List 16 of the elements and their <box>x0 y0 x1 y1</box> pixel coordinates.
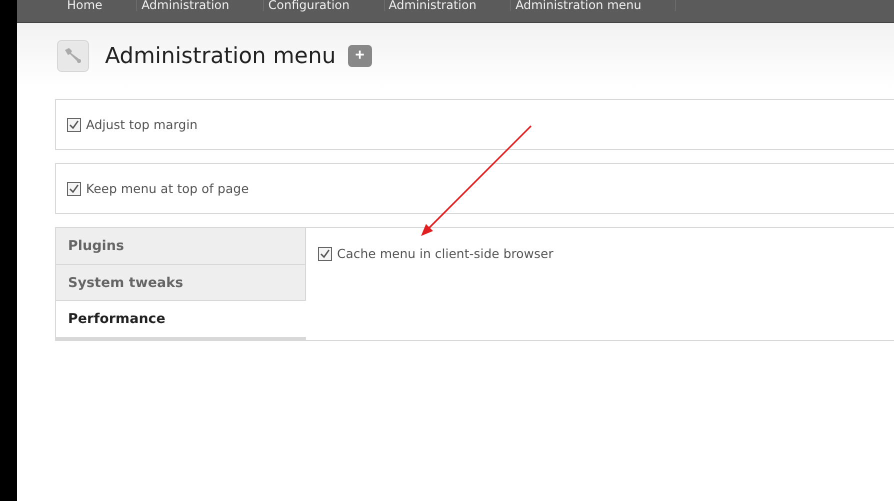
vertical-tab[interactable]: Plugins <box>56 228 306 265</box>
checkbox-label: Adjust top margin <box>86 117 198 132</box>
checkbox[interactable] <box>318 246 332 260</box>
checkbox[interactable] <box>67 118 81 132</box>
checkbox-label: Keep menu at top of page <box>86 181 249 196</box>
breadcrumb-link[interactable]: Administration <box>388 0 512 11</box>
breadcrumb-link[interactable]: Administration <box>141 0 264 11</box>
add-button[interactable]: + <box>348 45 372 67</box>
checkbox[interactable] <box>67 182 81 196</box>
vertical-tab[interactable]: System tweaks <box>56 264 306 302</box>
breadcrumb-link[interactable]: Administration menu <box>515 0 676 11</box>
wrench-icon <box>57 40 89 72</box>
breadcrumb-link[interactable]: Configuration <box>268 0 385 11</box>
checkbox-label: Cache menu in client-side browser <box>337 246 554 261</box>
breadcrumb-link[interactable]: Home <box>67 0 138 11</box>
page-title: Administration menu <box>105 44 336 68</box>
